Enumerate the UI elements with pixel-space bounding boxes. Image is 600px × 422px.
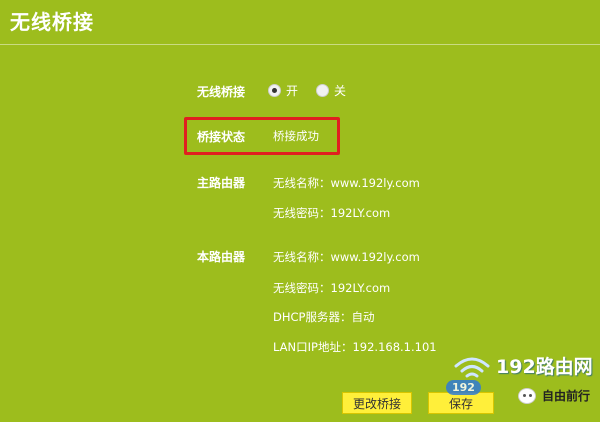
bridge-off-label[interactable]: 关 <box>334 82 346 99</box>
watermark: 192路由网 192 自由前行 <box>440 342 600 422</box>
page-title: 无线桥接 <box>10 10 94 34</box>
local-router-dhcp: DHCP服务器：自动 <box>273 310 375 324</box>
bridge-on-radio[interactable] <box>268 84 281 97</box>
bridge-label: 无线桥接 <box>197 85 246 99</box>
bridge-off-radio[interactable] <box>316 84 330 97</box>
wifi-icon <box>454 357 490 378</box>
bridge-radio-group: 开 关 <box>268 82 364 99</box>
change-bridge-button[interactable]: 更改桥接 <box>342 392 412 414</box>
bridge-on-label[interactable]: 开 <box>286 82 298 99</box>
local-router-ssid: 无线名称：www.192ly.com <box>273 250 420 264</box>
local-router-lan-ip: LAN口IP地址：192.168.1.101 <box>273 340 437 354</box>
main-router-ssid: 无线名称：www.192ly.com <box>273 176 420 190</box>
watermark-pill: 192 <box>446 380 481 395</box>
wechat-icon <box>518 388 536 404</box>
watermark-wechat-name: 自由前行 <box>542 389 591 403</box>
local-router-password: 无线密码：192LY.com <box>273 281 391 295</box>
main-router-label: 主路由器 <box>197 176 246 190</box>
status-value: 桥接成功 <box>273 129 319 143</box>
title-divider <box>0 44 600 45</box>
status-label: 桥接状态 <box>197 130 246 144</box>
radio-selected-dot <box>272 88 277 93</box>
watermark-brand: 192路由网 <box>496 356 593 378</box>
main-router-password: 无线密码：192LY.com <box>273 206 391 220</box>
local-router-label: 本路由器 <box>197 250 246 264</box>
